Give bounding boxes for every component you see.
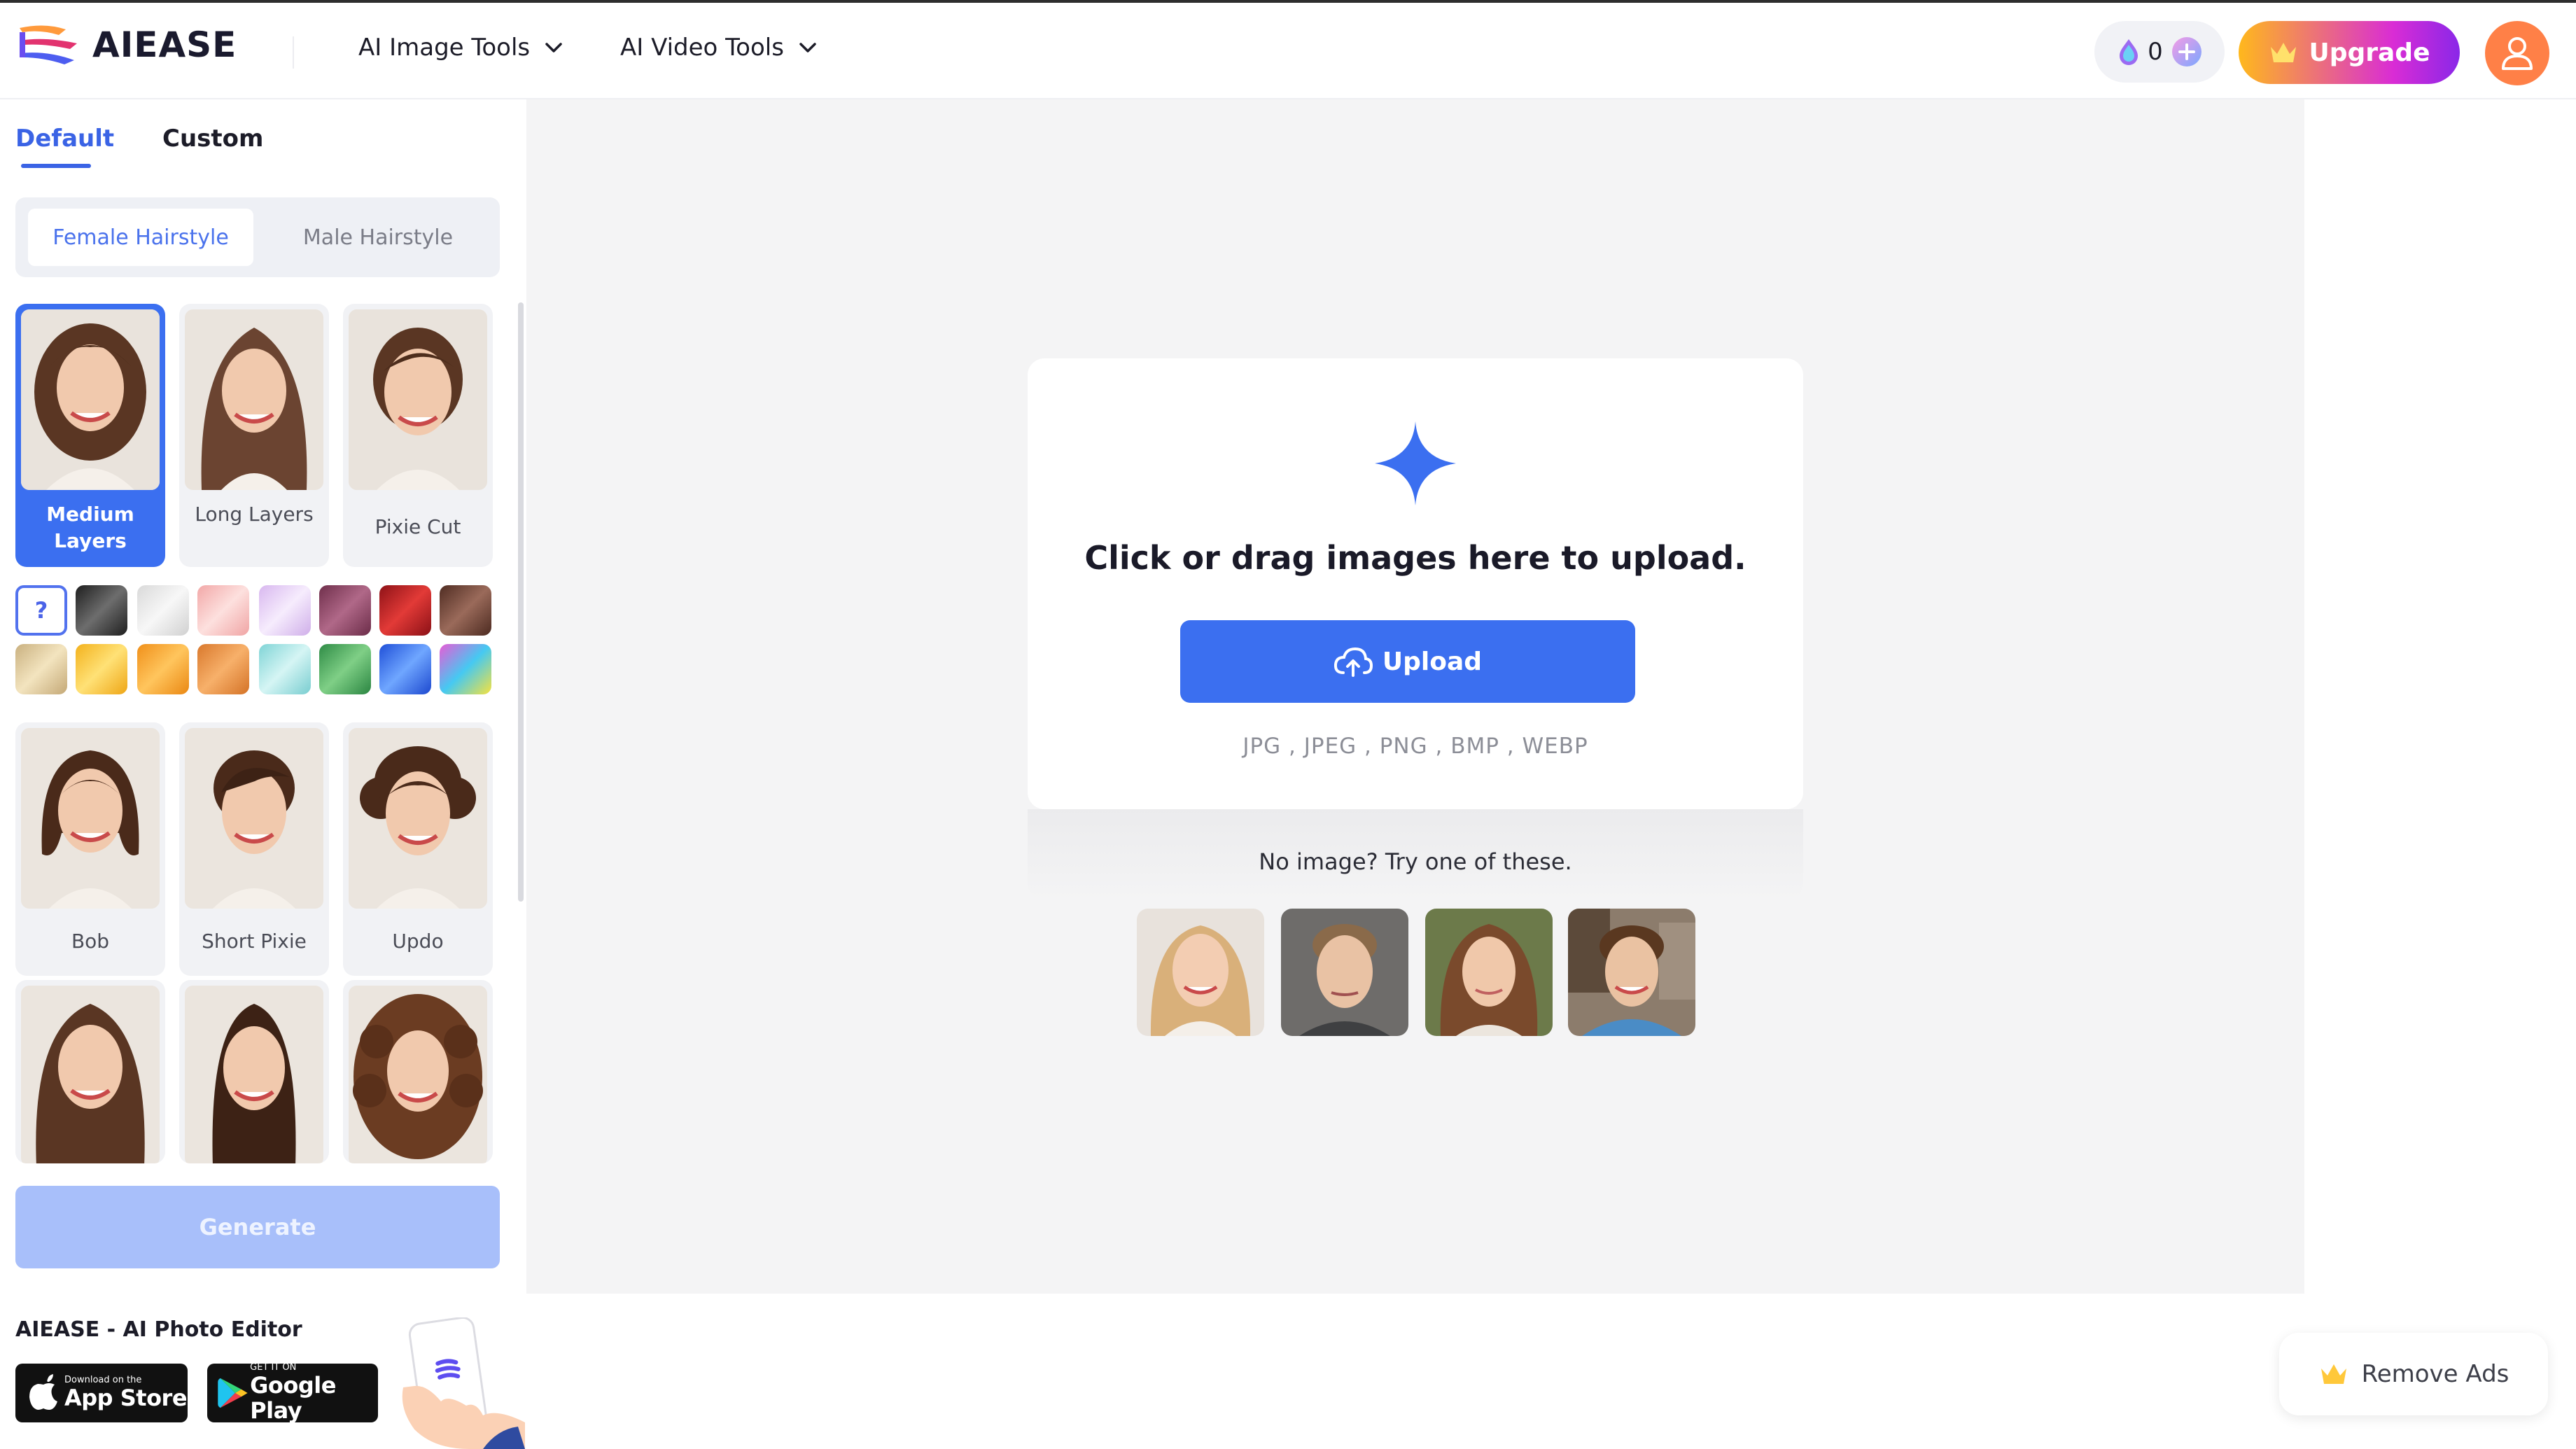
chevron-down-icon xyxy=(799,43,816,52)
sidebar-scrollbar[interactable] xyxy=(518,302,524,902)
style-card-short-pixie[interactable]: Short Pixie xyxy=(179,722,329,976)
style-card-bob[interactable]: Bob xyxy=(15,722,165,976)
cloud-upload-icon xyxy=(1334,647,1373,677)
credits-badge[interactable]: 0 xyxy=(2094,21,2225,83)
sample-image-2[interactable] xyxy=(1281,909,1408,1036)
nav-label: AI Video Tools xyxy=(620,34,784,62)
style-photo xyxy=(21,728,160,909)
style-card-long-layers[interactable]: Long Layers xyxy=(179,304,329,567)
style-card-pixie-cut[interactable]: Pixie Cut xyxy=(343,304,493,567)
style-label: Short Pixie xyxy=(202,930,307,953)
active-tab-indicator xyxy=(21,164,91,168)
remove-ads-button[interactable]: Remove Ads xyxy=(2279,1333,2548,1415)
female-hairstyle-tab[interactable]: Female Hairstyle xyxy=(28,209,253,266)
color-swatch-red[interactable] xyxy=(379,585,431,636)
crown-icon xyxy=(2320,1364,2346,1384)
aiease-logo-icon xyxy=(20,25,77,64)
supported-formats: JPG , JPEG , PNG , BMP , WEBP xyxy=(1242,734,1588,759)
style-label: Bob xyxy=(71,930,110,953)
google-play-badge[interactable]: GET IT ON Google Play xyxy=(207,1362,378,1424)
style-label: Medium Layers xyxy=(46,503,134,552)
style-label: Long Layers xyxy=(195,503,314,526)
tab-default[interactable]: Default xyxy=(15,125,114,153)
app-store-text: App Store xyxy=(64,1385,188,1411)
phone-in-hand-illustration xyxy=(402,1317,525,1449)
apple-icon xyxy=(29,1374,57,1410)
color-swatch-black[interactable] xyxy=(76,585,127,636)
nav-label: AI Image Tools xyxy=(358,34,531,62)
samples-title: No image? Try one of these. xyxy=(1259,848,1572,875)
style-photo xyxy=(185,309,323,490)
logo[interactable]: AIEASE xyxy=(17,22,237,67)
chevron-down-icon xyxy=(545,43,562,52)
color-swatch-brown[interactable] xyxy=(440,585,491,636)
color-swatch-rainbow[interactable] xyxy=(440,644,491,694)
style-label: Pixie Cut xyxy=(374,515,461,538)
add-credits-icon[interactable] xyxy=(2171,36,2202,67)
color-swatch-orange[interactable] xyxy=(137,644,189,694)
style-photo xyxy=(349,728,487,909)
style-card-7[interactable] xyxy=(15,980,165,1163)
crown-icon xyxy=(2271,43,2297,62)
sample-image-1[interactable] xyxy=(1137,909,1264,1036)
sidebar: Default Custom Female Hairstyle Male Hai… xyxy=(0,99,526,1449)
google-play-text: Google Play xyxy=(250,1372,336,1424)
app-name: AIEASE xyxy=(92,24,237,65)
app-store-badge[interactable]: Download on the App Store xyxy=(15,1364,188,1422)
style-label: Updo xyxy=(392,930,444,953)
color-swatch-green[interactable] xyxy=(319,644,371,694)
header-divider xyxy=(293,36,294,69)
credit-drop-icon xyxy=(2120,39,2138,65)
user-icon xyxy=(2502,37,2533,70)
color-swatch-lavender[interactable] xyxy=(259,585,311,636)
nav-ai-image-tools[interactable]: AI Image Tools xyxy=(358,34,564,62)
style-card-9[interactable] xyxy=(343,980,493,1163)
color-swatch-copper[interactable] xyxy=(197,644,249,694)
remove-ads-label: Remove Ads xyxy=(2361,1360,2510,1388)
male-hairstyle-tab[interactable]: Male Hairstyle xyxy=(267,209,489,266)
style-card-medium-layers[interactable]: Medium Layers xyxy=(15,304,165,567)
style-photo xyxy=(349,309,487,490)
sparkle-plus-icon xyxy=(1375,421,1456,505)
top-header: AIEASE AI Image Tools AI Video Tools 0 U… xyxy=(0,3,2576,99)
style-card-updo[interactable]: Updo xyxy=(343,722,493,976)
style-card-8[interactable] xyxy=(179,980,329,1163)
upload-button-label: Upload xyxy=(1382,647,1483,676)
style-photo xyxy=(349,986,487,1163)
promo-title: AIEASE - AI Photo Editor xyxy=(15,1317,302,1342)
tab-custom[interactable]: Custom xyxy=(162,125,263,153)
google-play-small-text: GET IT ON xyxy=(250,1362,297,1373)
upload-dropzone[interactable]: Click or drag images here to upload. Upl… xyxy=(1028,358,1803,809)
question-icon: ? xyxy=(34,597,48,624)
color-swatch-pink[interactable] xyxy=(197,585,249,636)
nav-ai-video-tools[interactable]: AI Video Tools xyxy=(620,34,818,62)
app-store-small-text: Download on the xyxy=(64,1375,142,1385)
upgrade-button[interactable]: Upgrade xyxy=(2239,21,2460,84)
main-canvas: Click or drag images here to upload. Upl… xyxy=(526,99,2304,1294)
color-swatch-aqua[interactable] xyxy=(259,644,311,694)
credits-count: 0 xyxy=(2148,38,2163,66)
random-color-swatch[interactable]: ? xyxy=(15,585,67,636)
gender-segment: Female Hairstyle Male Hairstyle xyxy=(15,197,500,277)
style-photo xyxy=(185,986,323,1163)
color-swatch-blonde[interactable] xyxy=(15,644,67,694)
google-play-icon xyxy=(218,1378,248,1408)
color-swatch-blue[interactable] xyxy=(379,644,431,694)
color-swatch-plum[interactable] xyxy=(319,585,371,636)
upload-instructions: Click or drag images here to upload. xyxy=(1084,539,1746,577)
sample-image-4[interactable] xyxy=(1568,909,1695,1036)
style-photo xyxy=(21,986,160,1163)
style-photo xyxy=(21,309,160,490)
upgrade-label: Upgrade xyxy=(2309,38,2430,67)
upload-button[interactable]: Upload xyxy=(1180,620,1635,703)
style-photo xyxy=(185,728,323,909)
color-swatch-gold[interactable] xyxy=(76,644,127,694)
generate-button[interactable]: Generate xyxy=(15,1186,500,1268)
sample-image-3[interactable] xyxy=(1425,909,1553,1036)
user-avatar[interactable] xyxy=(2485,21,2549,85)
color-swatch-silver[interactable] xyxy=(137,585,189,636)
